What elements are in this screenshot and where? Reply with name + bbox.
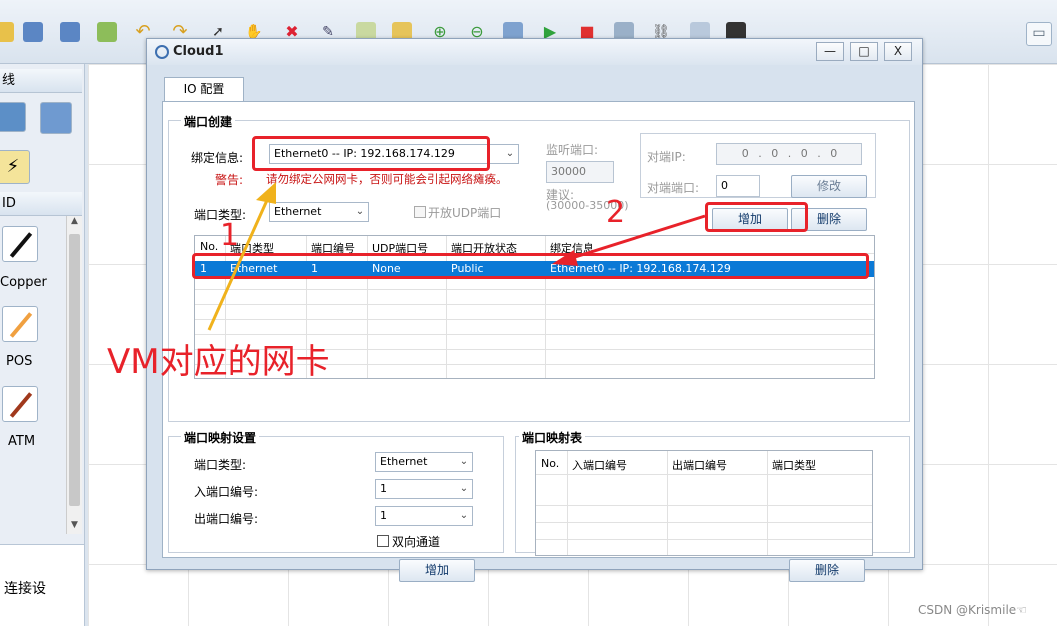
- watermark: CSDN @Krismile☜: [918, 603, 1027, 617]
- annotation-label-1: 1: [220, 218, 240, 253]
- yellow-arrowhead: [256, 182, 276, 204]
- red-arrowhead: [552, 250, 578, 266]
- annotation-label-2: 2: [606, 195, 626, 230]
- annotation-vm-text: VM对应的网卡: [107, 342, 330, 382]
- annotation-arrows: [207, 182, 706, 331]
- red-arrow-shaft: [571, 214, 706, 260]
